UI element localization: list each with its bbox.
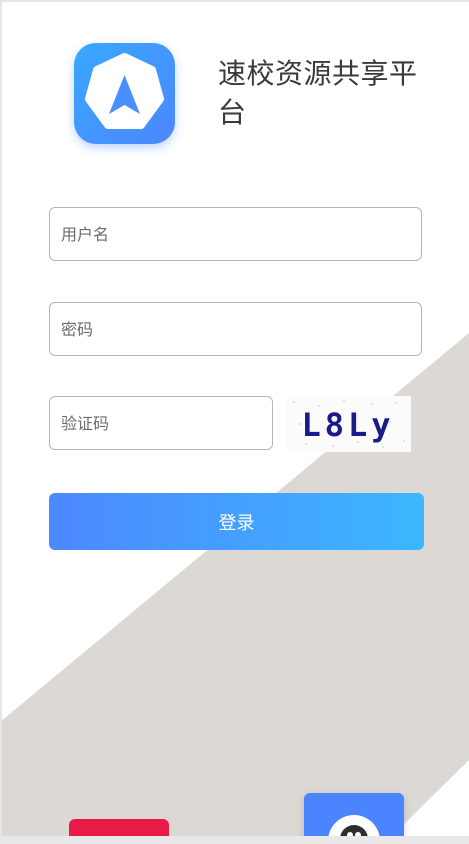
login-button[interactable]: 登录 xyxy=(49,493,424,550)
navigation-arrow-icon xyxy=(85,53,164,129)
password-input[interactable] xyxy=(50,303,421,355)
app-logo xyxy=(74,43,175,144)
username-field[interactable] xyxy=(49,207,422,261)
password-field[interactable] xyxy=(49,302,422,356)
bottom-border xyxy=(0,836,469,844)
captcha-image[interactable]: L8Ly xyxy=(286,396,411,452)
captcha-field[interactable] xyxy=(49,396,273,450)
captcha-text: L8Ly xyxy=(301,406,394,444)
login-page: 速校资源共享平台 L8Ly 登录 xyxy=(0,0,469,844)
left-border xyxy=(0,0,2,844)
username-input[interactable] xyxy=(50,208,421,260)
top-border xyxy=(0,0,469,2)
app-title: 速校资源共享平台 xyxy=(218,57,418,129)
captcha-input[interactable] xyxy=(50,397,272,449)
